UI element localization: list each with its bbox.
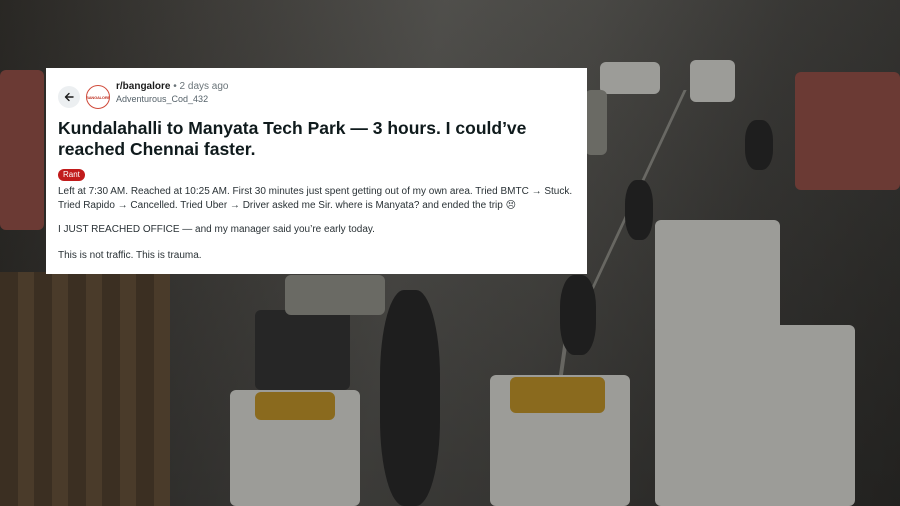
- back-arrow-icon: [64, 92, 74, 102]
- subreddit-avatar[interactable]: BANGALORE: [86, 85, 110, 109]
- post-header: BANGALORE r/bangalore • 2 days ago Adven…: [58, 81, 575, 109]
- meta-separator: •: [173, 81, 177, 92]
- subreddit-link[interactable]: r/bangalore: [116, 81, 170, 92]
- avatar-logo-text: BANGALORE: [86, 94, 110, 100]
- post-paragraph: I JUST REACHED OFFICE — and my manager s…: [58, 224, 375, 235]
- post-meta: r/bangalore • 2 days ago Adventurous_Cod…: [116, 81, 228, 105]
- back-button[interactable]: [58, 86, 80, 108]
- post-age: 2 days ago: [179, 81, 229, 92]
- reddit-post-card: BANGALORE r/bangalore • 2 days ago Adven…: [46, 68, 587, 274]
- post-paragraph: This is not traffic. This is trauma.: [58, 250, 202, 261]
- post-title: Kundalahalli to Manyata Tech Park — 3 ho…: [58, 118, 527, 159]
- post-paragraph: Left at 7:30 AM. Reached at 10:25 AM. Fi…: [58, 186, 573, 211]
- post-body: Left at 7:30 AM. Reached at 10:25 AM. Fi…: [58, 185, 575, 263]
- author-link[interactable]: Adventurous_Cod_432: [116, 93, 228, 105]
- post-flair[interactable]: Rant: [58, 169, 85, 181]
